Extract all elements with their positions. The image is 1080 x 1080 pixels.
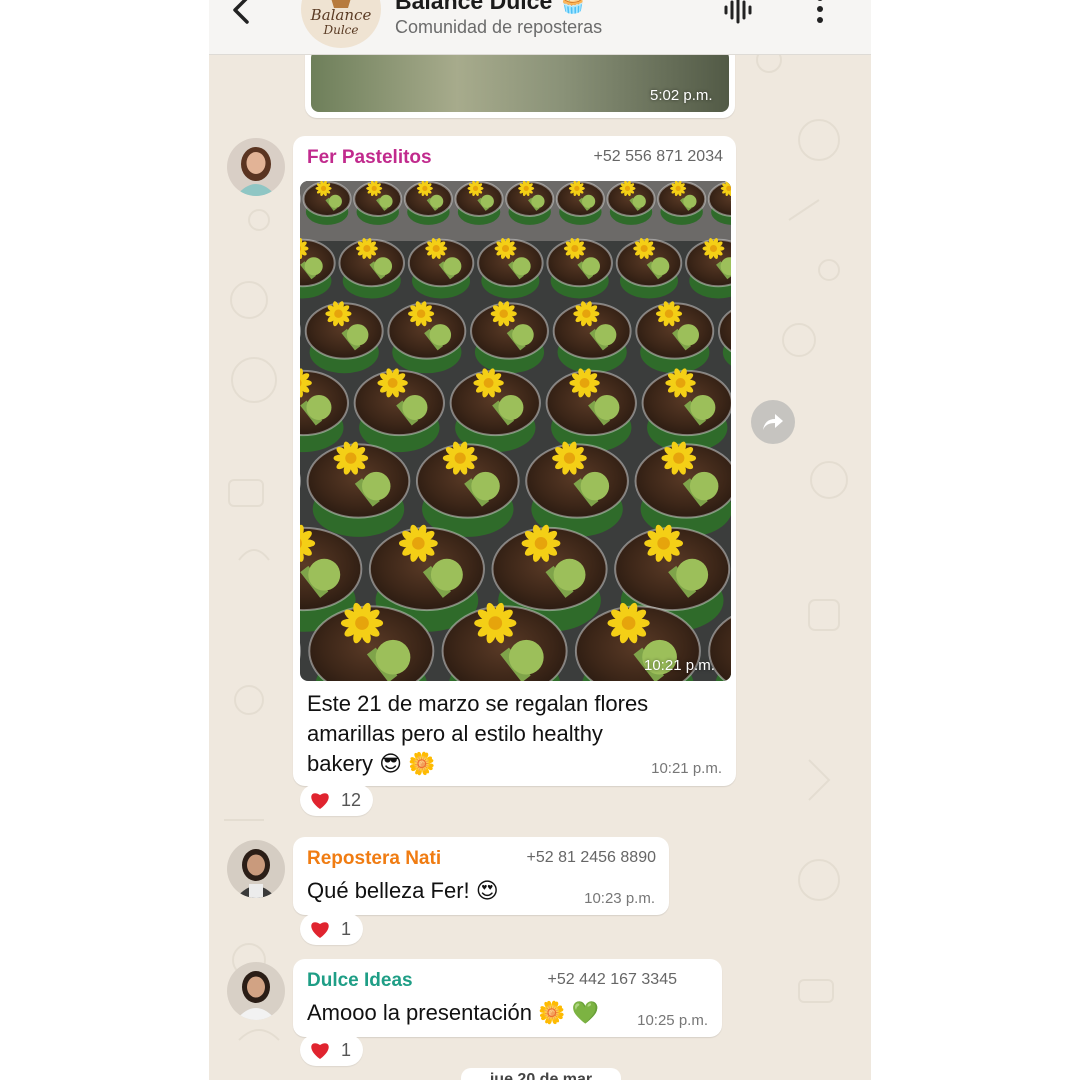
photo-cup: [403, 181, 453, 225]
photo-cup: [634, 441, 731, 537]
photo-cup: [470, 301, 549, 374]
chat-screen: Balance Dulce Balance Dulce 🧁 Comunidad …: [209, 0, 871, 1080]
back-arrow-icon[interactable]: [227, 0, 257, 32]
date-separator: jue 20 de mar: [461, 1068, 621, 1080]
photo-cup: [546, 238, 613, 299]
chat-header: Balance Dulce Balance Dulce 🧁 Comunidad …: [209, 0, 871, 55]
avatar-dulce-ideas[interactable]: [227, 962, 285, 1020]
message-photo-flower-cakes[interactable]: [300, 181, 731, 681]
photo-cup: [606, 181, 656, 225]
photo-cup: [306, 441, 411, 537]
message-text-line-1: Este 21 de marzo se regalan flores: [307, 691, 649, 716]
group-name[interactable]: Balance Dulce 🧁: [395, 0, 587, 15]
photo-cup: [454, 181, 504, 225]
avatar-image: [227, 840, 285, 898]
group-subtitle: Comunidad de reposteras: [395, 17, 603, 37]
photo-cup: [545, 368, 637, 453]
photo-cup: [505, 181, 555, 225]
group-avatar[interactable]: Balance Dulce: [301, 0, 381, 48]
photo-cup: [635, 301, 715, 374]
photo-cup: [353, 181, 403, 225]
photo-cup: [353, 368, 445, 453]
logo-text-line1: Balance: [310, 6, 372, 24]
voice-call-icon[interactable]: [723, 0, 755, 24]
photo-cup: [552, 301, 632, 374]
message-text: Qué belleza Fer! 😍: [307, 878, 499, 903]
sender-phone: +52 556 871 2034: [593, 148, 723, 165]
message-time: 10:25 p.m.: [637, 1012, 708, 1029]
photo-cup: [387, 301, 467, 374]
message-bubble-fer[interactable]: Fer Pastelitos +52 556 871 2034 10:21 p.…: [293, 136, 736, 786]
sender-name[interactable]: Fer Pastelitos: [307, 147, 432, 169]
message-bubble-nati[interactable]: Repostera Nati +52 81 2456 8890 Qué bell…: [293, 837, 669, 915]
photo-cup: [477, 238, 544, 299]
reaction-count: 1: [341, 918, 352, 939]
photo-cup: [525, 441, 629, 537]
avatar-repostera-nati[interactable]: [227, 840, 285, 898]
photo-timestamp: 10:21 p.m.: [644, 657, 715, 674]
photo-cup: [407, 238, 475, 299]
sender-name[interactable]: Dulce Ideas: [307, 970, 413, 992]
photo-cup: [302, 181, 352, 225]
more-options-icon[interactable]: [813, 0, 827, 26]
reaction-badge[interactable]: 1: [300, 913, 364, 945]
sender-name[interactable]: Repostera Nati: [307, 848, 441, 870]
message-text-line-2: amarillas pero al estilo healthy: [307, 721, 603, 746]
reaction-count: 12: [341, 789, 362, 810]
message-text: Amooo la presentación 🌼 💚: [307, 1000, 600, 1025]
message-bubble-dulce-ideas[interactable]: Dulce Ideas +52 442 167 3345 Amooo la pr…: [293, 959, 722, 1037]
photo-cup: [615, 238, 683, 299]
photo-cup: [641, 368, 731, 453]
message-time: 5:02 p.m.: [650, 87, 713, 104]
sender-phone: +52 81 2456 8890: [526, 849, 656, 866]
photo-cup: [449, 368, 541, 453]
photo-cup: [657, 181, 707, 225]
reaction-badge[interactable]: 12: [300, 784, 374, 816]
heart-icon: [311, 793, 329, 809]
photo-cup: [415, 441, 520, 537]
sender-phone: +52 442 167 3345: [547, 971, 677, 988]
forward-arrow-icon: [763, 414, 783, 430]
reaction-count: 1: [341, 1039, 352, 1060]
heart-icon: [311, 1043, 329, 1059]
photo-cup: [338, 238, 405, 299]
avatar-image: [227, 138, 285, 196]
logo-text-line2: Dulce: [323, 23, 359, 37]
message-time: 10:23 p.m.: [584, 890, 655, 907]
heart-icon: [311, 922, 329, 938]
message-text-line-3: bakery 😎 🌼: [307, 751, 436, 776]
forward-button[interactable]: [751, 400, 795, 444]
avatar-fer-pastelitos[interactable]: [227, 138, 285, 196]
photo-cup: [304, 301, 384, 374]
photo-cup: [555, 181, 605, 225]
avatar-image: [227, 962, 285, 1020]
message-time: 10:21 p.m.: [651, 760, 722, 777]
reaction-badge[interactable]: 1: [300, 1034, 364, 1066]
